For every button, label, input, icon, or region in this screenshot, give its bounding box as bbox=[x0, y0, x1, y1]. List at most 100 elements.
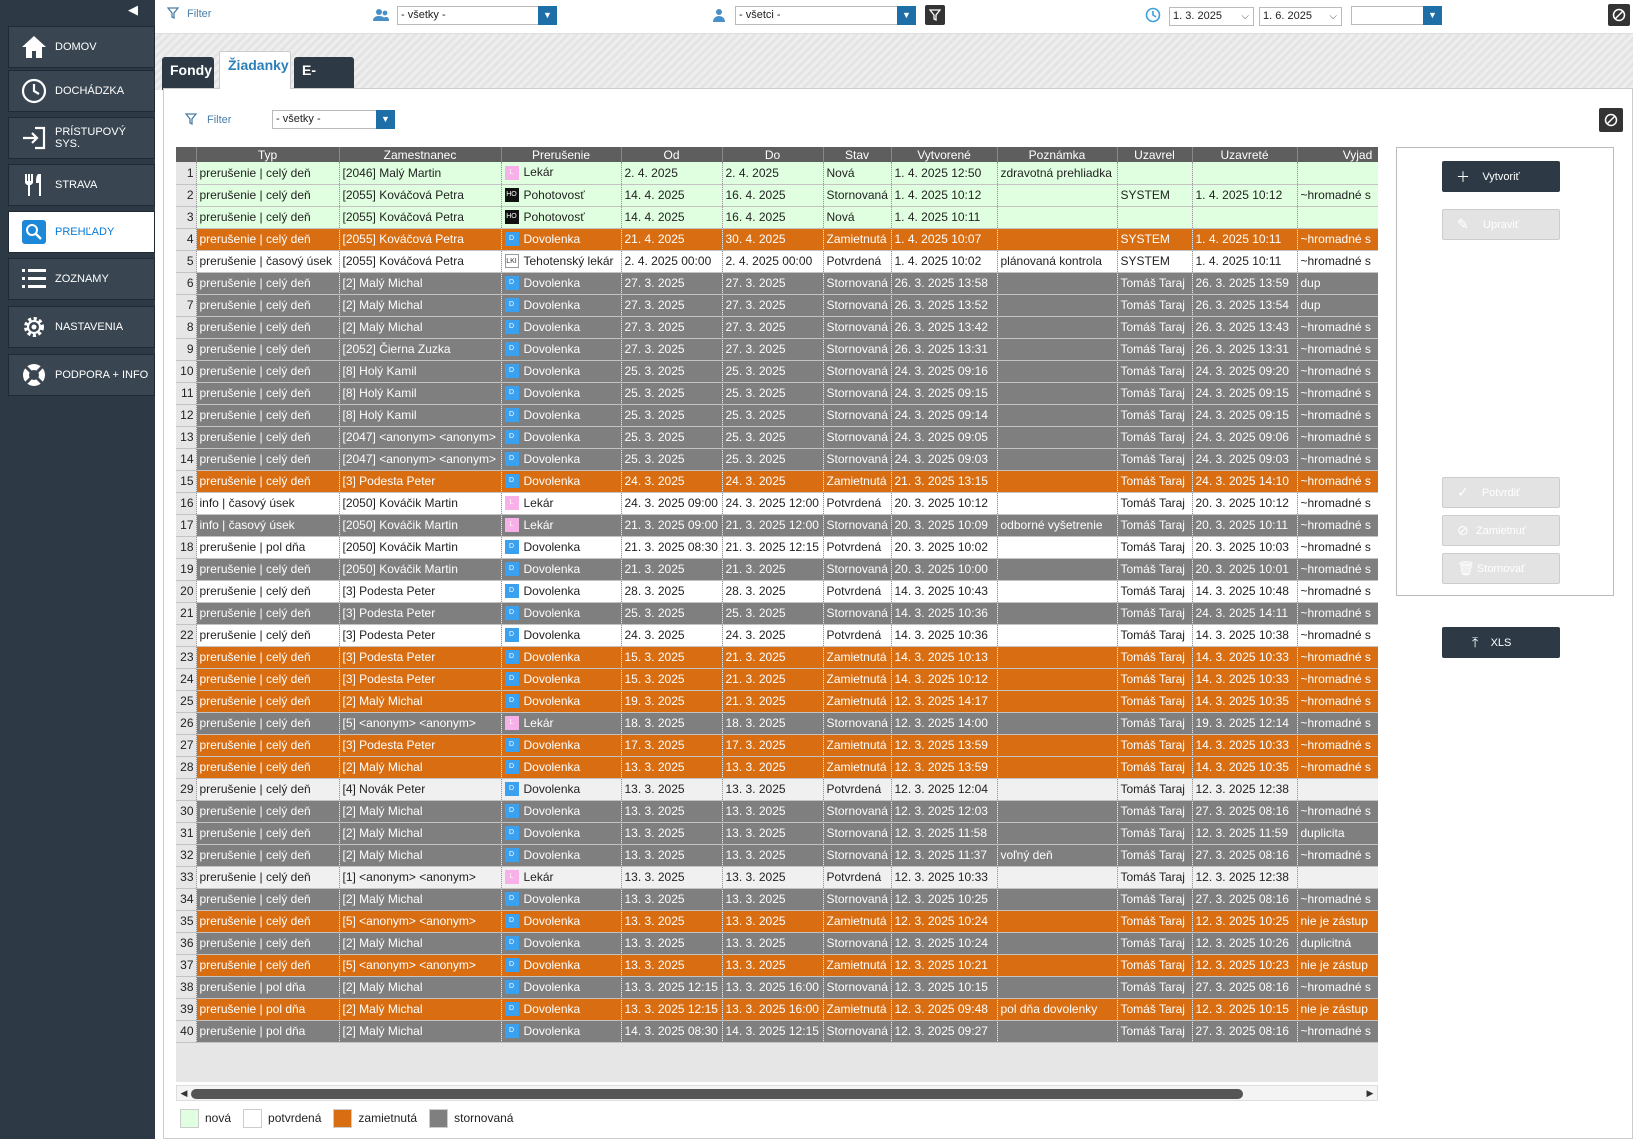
chevron-down-icon[interactable]: ▼ bbox=[538, 6, 557, 25]
table-row[interactable]: 38 prerušenie | pol dňa [2] Malý Michal D Do… bbox=[176, 976, 1378, 999]
table-row[interactable]: 24 prerušenie | celý deň [3] Podesta Peter… bbox=[176, 668, 1378, 691]
table-row[interactable]: 11 prerušenie | celý deň [8] Holý Kamil D Do… bbox=[176, 382, 1378, 405]
group-select[interactable]: - všetky - ▼ bbox=[397, 6, 557, 25]
tab-e-maily[interactable]: E-maily bbox=[294, 57, 354, 105]
table-row[interactable]: 8 prerušenie | celý deň [2] Malý Michal D Do… bbox=[176, 316, 1378, 339]
table-row[interactable]: 18 prerušenie | pol dňa [2050] Kováčik Mar… bbox=[176, 536, 1378, 559]
table-row[interactable]: 37 prerušenie | celý deň [5] <anonym> <ano… bbox=[176, 954, 1378, 977]
table-row[interactable]: 33 prerušenie | celý deň [1] <anonym> <ano… bbox=[176, 866, 1378, 889]
table-row[interactable]: 39 prerušenie | pol dňa [2] Malý Michal D Do… bbox=[176, 998, 1378, 1021]
legend-label: stornovaná bbox=[454, 1111, 514, 1125]
lifebuoy-icon bbox=[19, 360, 49, 390]
table-row[interactable]: 1 prerušenie | celý deň [2046] Malý Martin… bbox=[176, 162, 1378, 185]
table-row[interactable]: 4 prerušenie | celý deň [2055] Kováčová Pe… bbox=[176, 228, 1378, 251]
table-row[interactable]: 32 prerušenie | celý deň [2] Malý Michal D D… bbox=[176, 844, 1378, 867]
column-header[interactable]: Do bbox=[722, 147, 824, 162]
confirm-button[interactable]: ✓ Potvrdiť bbox=[1442, 477, 1560, 508]
clear-filter-button[interactable] bbox=[1608, 4, 1630, 26]
chevron-down-icon[interactable]: ▼ bbox=[1423, 6, 1442, 25]
table-row[interactable]: 21 prerušenie | celý deň [3] Podesta Peter… bbox=[176, 602, 1378, 625]
table-row[interactable]: 35 prerušenie | celý deň [5] <anonym> <ano… bbox=[176, 910, 1378, 933]
table-row[interactable]: 27 prerušenie | celý deň [3] Podesta Peter… bbox=[176, 734, 1378, 757]
requests-grid[interactable]: Typ Zamestnanec Prerušenie Od Do Stav Vytvoren… bbox=[176, 147, 1378, 1082]
date-to-input[interactable]: 1. 6. 2025 ⌵ bbox=[1259, 7, 1342, 26]
table-cell: Tomáš Taraj bbox=[1117, 272, 1193, 295]
chevron-down-icon[interactable]: ▼ bbox=[376, 110, 395, 129]
cancel-request-button[interactable]: 🗑 Stornovať bbox=[1442, 553, 1560, 584]
table-row[interactable]: 3 prerušenie | celý deň [2055] Kováčová Pe… bbox=[176, 206, 1378, 229]
column-header[interactable]: Uzavreté bbox=[1192, 147, 1298, 162]
column-header[interactable]: Prerušenie bbox=[501, 147, 622, 162]
table-row[interactable]: 6 prerušenie | celý deň [2] Malý Michal D Do… bbox=[176, 272, 1378, 295]
table-cell: 14. 3. 2025 10:12 bbox=[891, 668, 998, 691]
table-cell bbox=[997, 426, 1118, 449]
table-row[interactable]: 9 prerušenie | celý deň [2052] Čierna Zuzk… bbox=[176, 338, 1378, 361]
chevron-down-icon[interactable]: ⌵ bbox=[1241, 8, 1249, 25]
date-from-input[interactable]: 1. 3. 2025 ⌵ bbox=[1169, 7, 1254, 26]
sidebar-item-strava[interactable]: STRAVA bbox=[8, 164, 155, 206]
tab-žiadanky[interactable]: Žiadanky bbox=[219, 51, 291, 89]
sidebar-item-podpora-info[interactable]: PODPORA + INFO bbox=[8, 354, 155, 396]
person-select[interactable]: - všetci - ▼ bbox=[735, 6, 916, 25]
sidebar-item-dochádzka[interactable]: DOCHÁDZKA bbox=[8, 70, 155, 112]
table-row[interactable]: 28 prerušenie | celý deň [2] Malý Michal D D… bbox=[176, 756, 1378, 779]
table-row[interactable]: 26 prerušenie | celý deň [5] <anonym> <ano… bbox=[176, 712, 1378, 735]
table-cell: 1. 4. 2025 10:07 bbox=[891, 228, 998, 251]
column-header[interactable]: Vytvorené bbox=[891, 147, 998, 162]
table-row[interactable]: 15 prerušenie | celý deň [3] Podesta Peter… bbox=[176, 470, 1378, 493]
table-row[interactable]: 30 prerušenie | celý deň [2] Malý Michal D D… bbox=[176, 800, 1378, 823]
period-select[interactable]: ▼ bbox=[1351, 6, 1442, 25]
table-row[interactable]: 29 prerušenie | celý deň [4] Novák Peter D D… bbox=[176, 778, 1378, 801]
table-row[interactable]: 34 prerušenie | celý deň [2] Malý Michal D D… bbox=[176, 888, 1378, 911]
table-row[interactable]: 17 info | časový úsek [2050] Kováčik Marti… bbox=[176, 514, 1378, 537]
scroll-left-icon[interactable]: ◀ bbox=[177, 1086, 191, 1100]
table-row[interactable]: 16 info | časový úsek [2050] Kováčik Marti… bbox=[176, 492, 1378, 515]
table-row[interactable]: 14 prerušenie | celý deň [2047] <anonym> <… bbox=[176, 448, 1378, 471]
tab-fondy[interactable]: Fondy bbox=[162, 57, 214, 90]
scrollbar-thumb[interactable] bbox=[191, 1089, 1243, 1099]
table-cell: 1. 4. 2025 10:11 bbox=[1192, 228, 1298, 251]
column-header[interactable]: Stav bbox=[823, 147, 892, 162]
chevron-down-icon[interactable]: ⌵ bbox=[1329, 8, 1337, 25]
sidebar-item-nastavenia[interactable]: NASTAVENIA bbox=[8, 306, 155, 348]
horizontal-scrollbar[interactable]: ◀ ▶ bbox=[176, 1085, 1378, 1101]
edit-button[interactable]: ✎ Upraviť bbox=[1442, 209, 1560, 240]
table-row[interactable]: 10 prerušenie | celý deň [8] Holý Kamil D Do… bbox=[176, 360, 1378, 383]
export-xls-button[interactable]: ⤒ XLS bbox=[1442, 627, 1560, 658]
apply-filter-button[interactable] bbox=[925, 5, 945, 25]
column-header[interactable]: Vyjad bbox=[1297, 147, 1378, 162]
table-row[interactable]: 22 prerušenie | celý deň [3] Podesta Peter… bbox=[176, 624, 1378, 647]
sidebar-item-label: DOCHÁDZKA bbox=[55, 85, 125, 97]
column-header[interactable]: Uzavrel bbox=[1117, 147, 1193, 162]
table-cell: nie je zástup bbox=[1297, 910, 1378, 933]
reject-button[interactable]: ⊘ Zamietnuť bbox=[1442, 515, 1560, 546]
table-row[interactable]: 19 prerušenie | celý deň [2050] Kováčik Ma… bbox=[176, 558, 1378, 581]
table-cell: Tomáš Taraj bbox=[1117, 580, 1193, 603]
sidebar-item-prístupový-sys-[interactable]: PRÍSTUPOVÝ SYS. bbox=[8, 117, 155, 159]
table-row[interactable]: 5 prerušenie | časový úsek [2055] Kováčová… bbox=[176, 250, 1378, 273]
state-filter-select[interactable]: - všetky - ▼ bbox=[272, 110, 395, 129]
collapse-sidebar-icon[interactable]: ◀ bbox=[128, 2, 138, 18]
table-row[interactable]: 12 prerušenie | celý deň [8] Holý Kamil D Do… bbox=[176, 404, 1378, 427]
column-header[interactable]: Poznámka bbox=[997, 147, 1118, 162]
sidebar-item-domov[interactable]: DOMOV bbox=[8, 26, 155, 68]
table-row[interactable]: 20 prerušenie | celý deň [3] Podesta Peter… bbox=[176, 580, 1378, 603]
column-header[interactable]: Typ bbox=[196, 147, 340, 162]
table-row[interactable]: 40 prerušenie | pol dňa [2] Malý Michal D Do… bbox=[176, 1020, 1378, 1043]
column-header[interactable]: Od bbox=[621, 147, 723, 162]
table-row[interactable]: 7 prerušenie | celý deň [2] Malý Michal D Do… bbox=[176, 294, 1378, 317]
create-button[interactable]: ＋ Vytvoriť bbox=[1442, 161, 1560, 192]
table-row[interactable]: 2 prerušenie | celý deň [2055] Kováčová Pe… bbox=[176, 184, 1378, 207]
table-row[interactable]: 25 prerušenie | celý deň [2] Malý Michal D D… bbox=[176, 690, 1378, 713]
table-row[interactable]: 36 prerušenie | celý deň [2] Malý Michal D D… bbox=[176, 932, 1378, 955]
chevron-down-icon[interactable]: ▼ bbox=[897, 6, 916, 25]
table-row[interactable]: 31 prerušenie | celý deň [2] Malý Michal D D… bbox=[176, 822, 1378, 845]
table-cell: 12. 3. 2025 12:03 bbox=[891, 800, 998, 823]
sidebar-item-prehľady[interactable]: PREHĽADY bbox=[8, 211, 155, 253]
scroll-right-icon[interactable]: ▶ bbox=[1363, 1086, 1377, 1100]
column-header[interactable]: Zamestnanec bbox=[339, 147, 502, 162]
table-row[interactable]: 13 prerušenie | celý deň [2047] <anonym> <… bbox=[176, 426, 1378, 449]
clear-grid-filter-button[interactable] bbox=[1599, 108, 1623, 132]
table-row[interactable]: 23 prerušenie | celý deň [3] Podesta Peter… bbox=[176, 646, 1378, 669]
sidebar-item-zoznamy[interactable]: ZOZNAMY bbox=[8, 258, 155, 300]
